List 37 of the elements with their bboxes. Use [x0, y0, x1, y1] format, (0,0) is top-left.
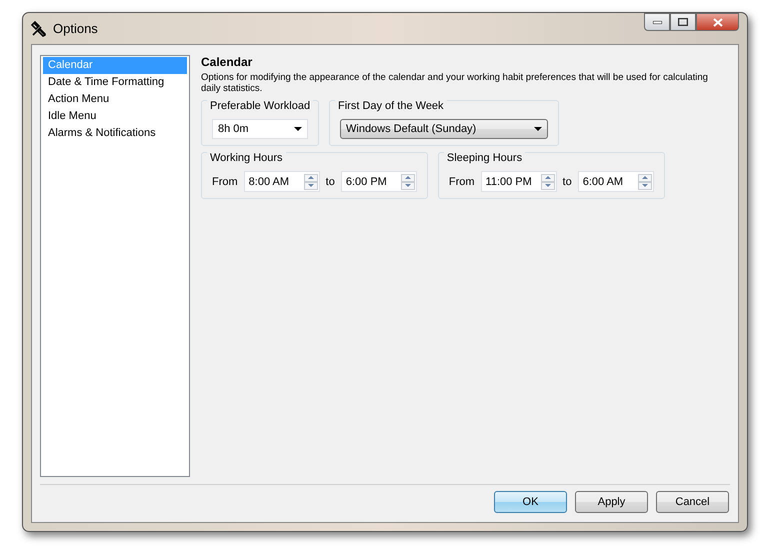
caret-icon — [534, 127, 542, 131]
spin-up-icon[interactable] — [540, 174, 555, 182]
minimize-icon — [652, 20, 662, 24]
maximize-button[interactable] — [670, 13, 696, 31]
time-field[interactable]: 6:00 AM — [578, 171, 654, 192]
caret-icon — [294, 127, 302, 131]
dialog-button[interactable]: Apply — [575, 491, 648, 513]
minimize-button[interactable] — [644, 13, 670, 31]
dropdown[interactable]: Windows Default (Sunday) — [340, 119, 548, 139]
spin-up-icon[interactable] — [304, 174, 318, 182]
time-field[interactable]: 8:00 AM — [244, 171, 320, 192]
to-label: to — [562, 176, 572, 188]
window-title: Options — [53, 21, 98, 36]
spin-up-icon[interactable] — [400, 174, 415, 182]
time-field[interactable]: 6:00 PM — [340, 171, 417, 192]
time-field[interactable]: 11:00 PM — [480, 171, 557, 192]
dropdown[interactable]: 8h 0m — [212, 119, 308, 139]
dialog-button[interactable]: OK — [494, 491, 567, 513]
dialog-button[interactable]: Cancel — [656, 491, 729, 513]
section-description: Options for modifying the appearance of the calendar and your working habit preferences that will be used for calculating daily statistics. — [201, 72, 709, 94]
group-label: Preferable Workload — [207, 100, 314, 112]
group-label: Working Hours — [207, 152, 286, 164]
category-item[interactable]: Idle Menu — [43, 108, 187, 125]
group-label: First Day of the Week — [335, 100, 447, 112]
category-item[interactable]: Alarms & Notifications — [43, 125, 187, 142]
to-label: to — [326, 176, 335, 188]
group-label: Sleeping Hours — [444, 152, 526, 164]
from-label: From — [448, 176, 475, 188]
section-title: Calendar — [201, 55, 254, 69]
close-button[interactable] — [696, 13, 739, 31]
category-item[interactable]: Action Menu — [43, 91, 187, 108]
category-item[interactable]: Date & Time Formatting — [43, 74, 187, 91]
spin-up-icon[interactable] — [638, 174, 652, 182]
maximize-icon — [678, 18, 688, 26]
from-label: From — [212, 176, 238, 188]
tools-icon — [31, 20, 47, 36]
close-icon — [712, 18, 722, 26]
